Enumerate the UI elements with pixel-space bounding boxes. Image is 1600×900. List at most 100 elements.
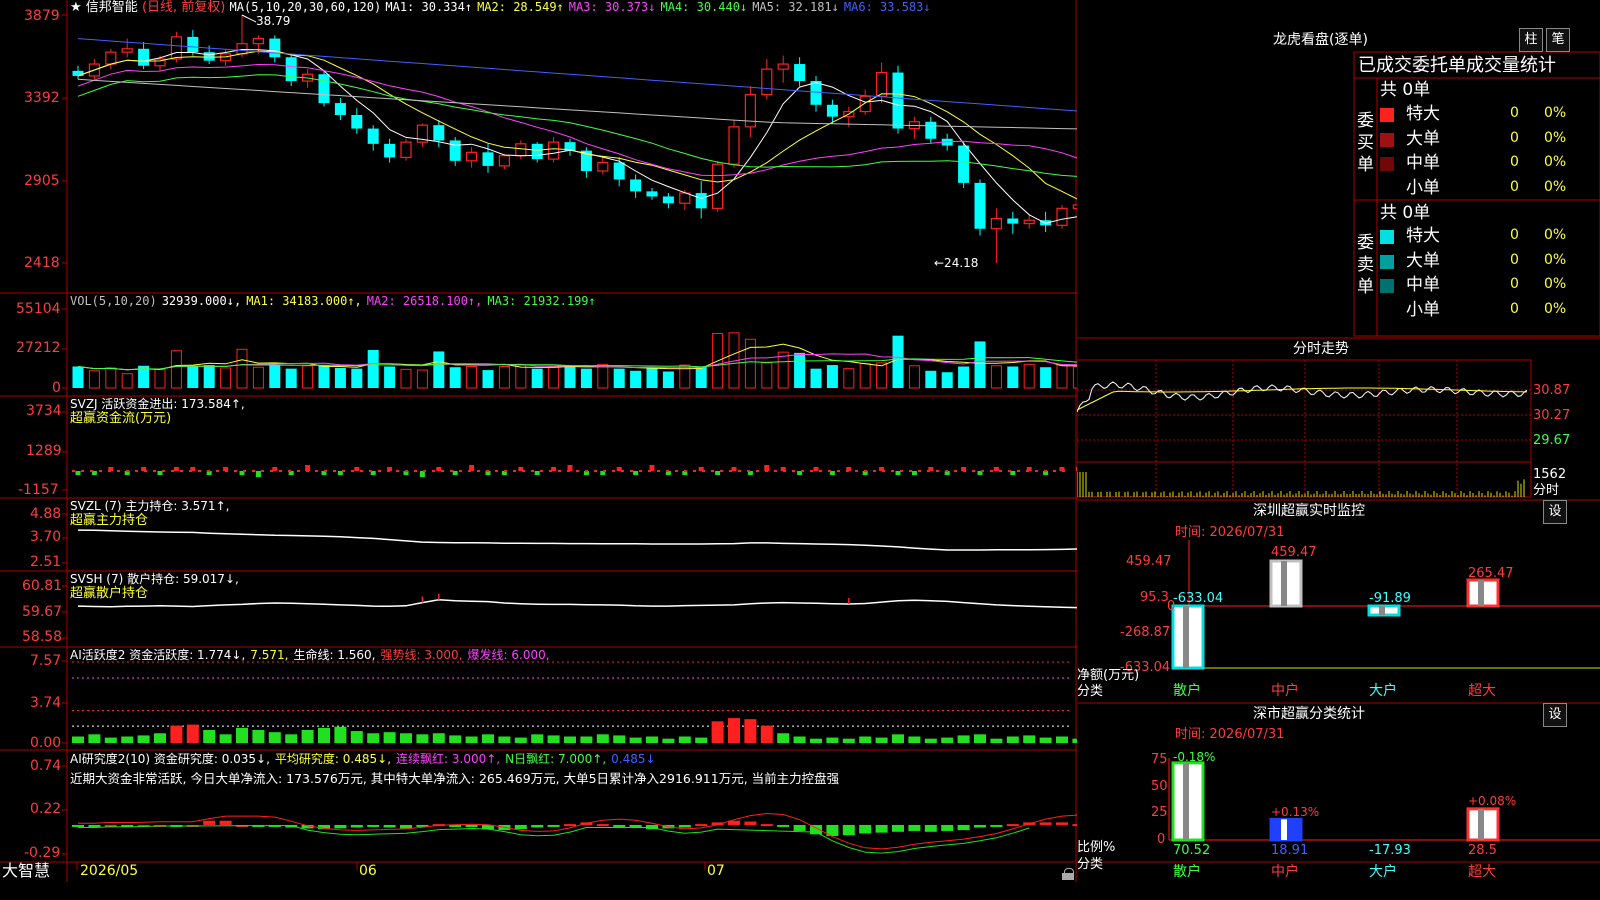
- ai2-legend-item: 强势线: 3.000,: [380, 648, 463, 662]
- research-bar: [1006, 824, 1019, 827]
- svzj-bar: [75, 471, 81, 475]
- stats-title: 已成交委托单成交量统计: [1358, 55, 1556, 76]
- volume-bar: [974, 341, 986, 388]
- candle-body: [761, 68, 773, 96]
- candle-body: [351, 114, 363, 129]
- volume-bar: [433, 351, 445, 388]
- candle-body: [515, 143, 527, 157]
- research-bar: [1056, 822, 1068, 825]
- svzj-bar: [157, 471, 163, 475]
- candle-body: [170, 36, 182, 60]
- svzj-tick: -1157: [18, 482, 59, 498]
- volume-tick: 27212: [16, 340, 61, 356]
- volume-bar: [548, 365, 560, 389]
- candle-body: [597, 161, 609, 172]
- ai-activity-header: AI活跃度2 资金活跃度: 1.774↓, 7.571, 生命线: 1.560, 强势…: [70, 648, 555, 663]
- activity-bar: [908, 736, 921, 743]
- sz-settings-button[interactable]: 设: [1543, 500, 1567, 524]
- svzj-bar: [895, 471, 901, 475]
- order-color-swatch: [1380, 108, 1394, 122]
- activity-bar: [514, 737, 527, 743]
- activity-bar: [72, 736, 84, 743]
- bar-mode-button[interactable]: 柱: [1519, 28, 1543, 52]
- activity-bar: [875, 737, 888, 743]
- research-bar: [547, 824, 560, 827]
- volume-bar: [318, 365, 330, 388]
- svzj-bar: [616, 467, 622, 471]
- lhb-title: 龙虎看盘(逐单): [1273, 32, 1368, 48]
- ai2-legend-item: 生命线: 1.560,: [293, 648, 376, 662]
- order-type-label: 中单: [1406, 275, 1440, 295]
- research-bar: [596, 824, 609, 827]
- research-bar: [564, 824, 576, 827]
- candle-body: [138, 48, 150, 66]
- volume-bar: [908, 365, 920, 389]
- candle-body: [105, 51, 117, 65]
- brand-label[interactable]: 大智慧: [2, 862, 50, 880]
- activity-bar: [154, 733, 166, 743]
- activity-bar: [449, 735, 462, 743]
- ma3-line: [77, 63, 1077, 177]
- volume-bar: [252, 366, 264, 389]
- research-bar: [908, 824, 921, 831]
- research-bar: [892, 824, 904, 832]
- candle-body: [990, 217, 1003, 230]
- volume-bar: [334, 367, 346, 388]
- svzj-bar: [173, 467, 179, 471]
- kline-chart[interactable]: [0, 0, 1077, 882]
- sz-axis-label: 净额(万元): [1077, 668, 1140, 683]
- svzj-bar: [633, 471, 639, 475]
- volume-bar: [1040, 367, 1052, 388]
- activity-bar: [744, 719, 757, 743]
- volume-bar: [1007, 366, 1019, 388]
- ma-legend-item: MA6: 33.583↓: [843, 0, 931, 14]
- pen-mode-button[interactable]: 笔: [1546, 28, 1570, 52]
- volume-bar: [302, 365, 314, 389]
- volume-bar: [695, 366, 707, 388]
- sc-tick: 25: [1151, 805, 1168, 820]
- volume-bar: [1023, 363, 1035, 389]
- ai10-legend-item: 0.485↓: [611, 752, 656, 766]
- ai2-tick: 3.74: [30, 695, 62, 711]
- star-icon[interactable]: ★: [70, 0, 82, 15]
- activity-bar: [580, 736, 593, 743]
- kline-area[interactable]: ★ 信邦智能 (日线, 前复权) MA(5,10,20,30,60,120) M…: [0, 0, 1077, 882]
- order-percent: 0%: [1544, 178, 1567, 195]
- sz-category-label: 散户: [1173, 683, 1201, 699]
- order-count: 0: [1510, 227, 1519, 243]
- sz-bar-shade: [1183, 606, 1189, 668]
- svzj-bar: [813, 467, 819, 471]
- research-bar: [514, 824, 527, 830]
- sc-time: 时间: 2026/07/31: [1175, 727, 1285, 742]
- order-type-label: 小单: [1406, 299, 1440, 320]
- candle-body: [203, 52, 215, 61]
- svzl-header: SVZL (7) 主力持仓: 3.571↑,: [70, 499, 230, 513]
- sc-bar-shade: [1478, 808, 1484, 840]
- stock-name: 信邦智能: [85, 0, 138, 15]
- order-percent: 0%: [1544, 300, 1567, 317]
- sc-value-label: 70.52: [1173, 843, 1211, 858]
- research-bar: [777, 824, 790, 827]
- order-percent: 0%: [1544, 276, 1567, 292]
- buy-total: 共 0单: [1380, 80, 1431, 100]
- order-percent: 0%: [1544, 154, 1567, 170]
- candle-body: [859, 95, 871, 113]
- candle-body: [679, 192, 691, 204]
- candle-body: [711, 163, 724, 209]
- sz-value-label: -633.04: [1173, 591, 1224, 606]
- research-bar: [974, 824, 986, 828]
- sc-settings-button[interactable]: 设: [1543, 703, 1567, 727]
- volume-bar: [531, 368, 543, 388]
- order-type-label: 大单: [1406, 128, 1440, 149]
- candle-body: [433, 125, 445, 141]
- order-count: 0: [1510, 251, 1519, 268]
- activity-bar: [350, 731, 363, 743]
- sc-axis-label: 分类: [1077, 857, 1104, 872]
- candle-body: [72, 70, 84, 76]
- high-price-label: 38.79: [256, 14, 291, 28]
- ai2-legend-item: AI活跃度2 资金活跃度: 1.774↓,: [70, 648, 246, 662]
- sc-category-label: 超大: [1468, 864, 1496, 880]
- volume-bar: [876, 362, 888, 389]
- order-type-label: 特大: [1406, 104, 1440, 124]
- sz-monitor-title: 深圳超赢实时监控: [1253, 503, 1365, 519]
